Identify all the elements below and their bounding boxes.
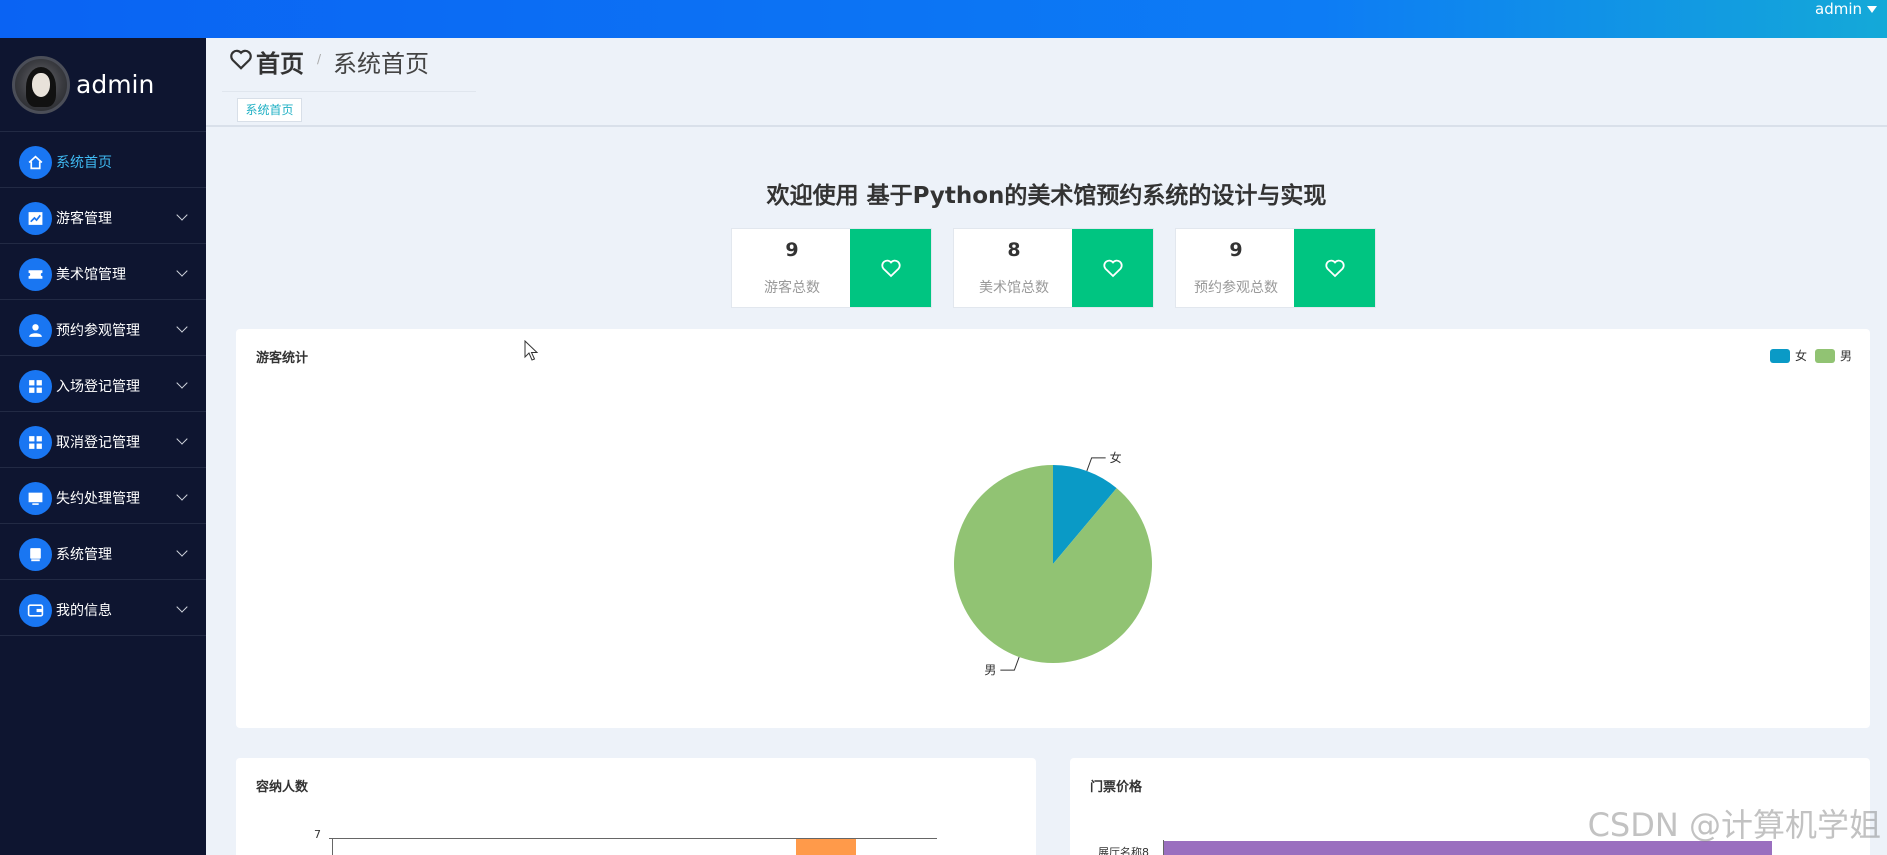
tab-home[interactable]: 系统首页 <box>237 98 302 122</box>
card-title: 容纳人数 <box>256 780 309 795</box>
stat-card-reservations: 9 预约参观总数 <box>1175 228 1376 308</box>
home-icon <box>19 146 52 179</box>
sidebar-item-cancel[interactable]: 取消登记管理 <box>0 412 206 468</box>
chevron-down-icon <box>176 489 188 501</box>
chevron-down-icon <box>176 321 188 333</box>
user-menu[interactable]: admin <box>1815 0 1877 18</box>
chevron-down-icon <box>176 545 188 557</box>
sidebar-profile: admin <box>0 38 206 132</box>
chevron-down-icon <box>176 265 188 277</box>
stat-value: 9 <box>785 239 799 261</box>
avatar[interactable] <box>12 56 70 114</box>
grid-icon <box>19 426 52 459</box>
heart-icon <box>1072 229 1153 307</box>
mouse-cursor-icon <box>524 340 539 361</box>
divider <box>222 91 476 92</box>
pie-label: 男 <box>984 663 996 677</box>
chevron-down-icon <box>176 377 188 389</box>
profile-name: admin <box>76 70 155 99</box>
sidebar-item-label: 我的信息 <box>56 603 112 619</box>
visitor-pie-chart: 女男 <box>954 450 1152 677</box>
welcome-title: 欢迎使用 基于Python的美术馆预约系统的设计与实现 <box>766 183 1327 209</box>
wallet-icon <box>19 594 52 627</box>
ticket-icon <box>19 258 52 291</box>
divider <box>206 125 1887 127</box>
sidebar-item-home[interactable]: 系统首页 <box>0 132 206 188</box>
stat-card-galleries: 8 美术馆总数 <box>953 228 1154 308</box>
stat-card-visitors: 9 游客总数 <box>731 228 932 308</box>
pie-label: 女 <box>1110 450 1122 465</box>
capacity-chart-card: 容纳人数 7 <box>236 758 1036 855</box>
caret-down-icon <box>1867 6 1877 13</box>
pie-label-line <box>1000 656 1020 671</box>
stat-label: 游客总数 <box>764 280 820 296</box>
pie-label-line <box>1086 457 1106 472</box>
sidebar-item-checkin[interactable]: 入场登记管理 <box>0 356 206 412</box>
user-icon <box>19 314 52 347</box>
stat-label: 美术馆总数 <box>979 280 1049 296</box>
sidebar-item-label: 游客管理 <box>56 211 112 227</box>
card-title: 门票价格 <box>1090 780 1143 795</box>
sidebar-item-system[interactable]: 系统管理 <box>0 524 206 580</box>
stat-value: 9 <box>1229 239 1243 261</box>
grid-icon <box>19 370 52 403</box>
sidebar-item-profile[interactable]: 我的信息 <box>0 580 206 636</box>
sidebar: admin 系统首页 游客管理 美术馆管理 预约参观管理 入场登记管理 取消登记… <box>0 38 206 855</box>
sidebar-item-reservations[interactable]: 预约参观管理 <box>0 300 206 356</box>
breadcrumb-home[interactable]: 首页 <box>256 44 304 79</box>
sidebar-item-visitors[interactable]: 游客管理 <box>0 188 206 244</box>
sidebar-item-gallery[interactable]: 美术馆管理 <box>0 244 206 300</box>
chevron-down-icon <box>176 209 188 221</box>
chart-bar[interactable] <box>796 839 856 855</box>
sidebar-item-no-show[interactable]: 失约处理管理 <box>0 468 206 524</box>
watermark: CSDN @计算机学姐 <box>1587 806 1881 844</box>
sidebar-item-label: 系统首页 <box>56 155 112 171</box>
chevron-down-icon <box>176 433 188 445</box>
breadcrumb-current: 系统首页 <box>333 50 429 78</box>
heart-icon <box>230 49 252 70</box>
sidebar-item-label: 取消登记管理 <box>56 435 140 451</box>
sidebar-item-label: 失约处理管理 <box>56 491 140 507</box>
stat-value: 8 <box>1007 239 1021 261</box>
chart-icon <box>19 202 52 235</box>
monitor-icon <box>19 482 52 515</box>
sidebar-item-label: 预约参观管理 <box>56 323 140 339</box>
top-bar: admin <box>0 0 1887 38</box>
pie-slice-male[interactable] <box>954 465 1152 663</box>
sidebar-item-label: 系统管理 <box>56 547 112 563</box>
y-tick-label: 展厅名称8 <box>1098 846 1149 855</box>
sidebar-item-label: 入场登记管理 <box>56 379 140 395</box>
visitor-chart-card: 游客统计 女 男 女男 <box>236 329 1870 728</box>
user-name: admin <box>1815 0 1862 18</box>
chart-axis <box>332 838 333 855</box>
breadcrumb-separator: / <box>317 52 322 66</box>
y-tick-label: 7 <box>314 828 321 841</box>
sidebar-item-label: 美术馆管理 <box>56 267 126 283</box>
chevron-down-icon <box>176 601 188 613</box>
printer-icon <box>19 538 52 571</box>
heart-icon <box>1294 229 1375 307</box>
heart-icon <box>850 229 931 307</box>
stat-label: 预约参观总数 <box>1194 280 1278 296</box>
